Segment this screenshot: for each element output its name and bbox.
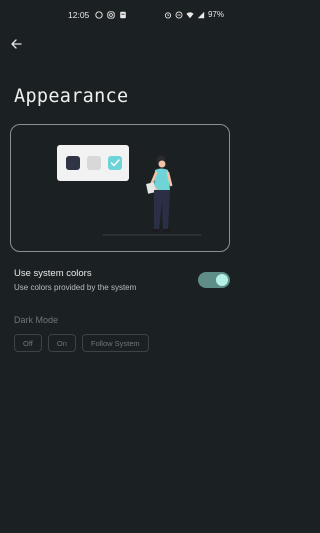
notes-icon (120, 11, 127, 19)
toggle-knob (216, 274, 228, 286)
page-title: Appearance (14, 86, 129, 107)
status-bar: 12:05 97% (0, 0, 240, 30)
instagram-icon (107, 11, 115, 19)
light-swatch (87, 156, 101, 170)
alarm-icon (164, 11, 172, 18)
battery-percentage: 97% (207, 10, 224, 19)
appearance-illustration (57, 145, 201, 236)
person-figure (146, 155, 173, 232)
back-button[interactable] (8, 36, 24, 52)
wifi-icon (186, 11, 194, 18)
signal-icon (197, 11, 205, 18)
dark-mode-on-button[interactable]: On (47, 334, 76, 352)
arrow-left-icon (11, 39, 22, 49)
dark-mode-label: Dark Mode (14, 315, 59, 325)
selected-swatch (108, 156, 122, 170)
dark-mode-off-button[interactable]: Off (14, 334, 42, 352)
system-colors-subtitle: Use colors provided by the system (14, 283, 137, 292)
status-time: 12:05 (68, 10, 90, 20)
whatsapp-icon (95, 11, 103, 19)
dark-mode-options: Off On Follow System (14, 334, 149, 352)
status-bar-right: 97% (164, 10, 224, 19)
system-colors-title: Use system colors (14, 268, 92, 279)
system-colors-toggle[interactable] (198, 272, 230, 288)
dnd-icon (175, 11, 183, 18)
dark-mode-follow-system-button[interactable]: Follow System (81, 334, 149, 352)
dark-swatch (66, 156, 80, 170)
status-bar-left: 12:05 (68, 10, 127, 20)
system-colors-setting[interactable]: Use system colors Use colors provided by… (14, 268, 230, 294)
appearance-illustration-card (10, 124, 230, 252)
